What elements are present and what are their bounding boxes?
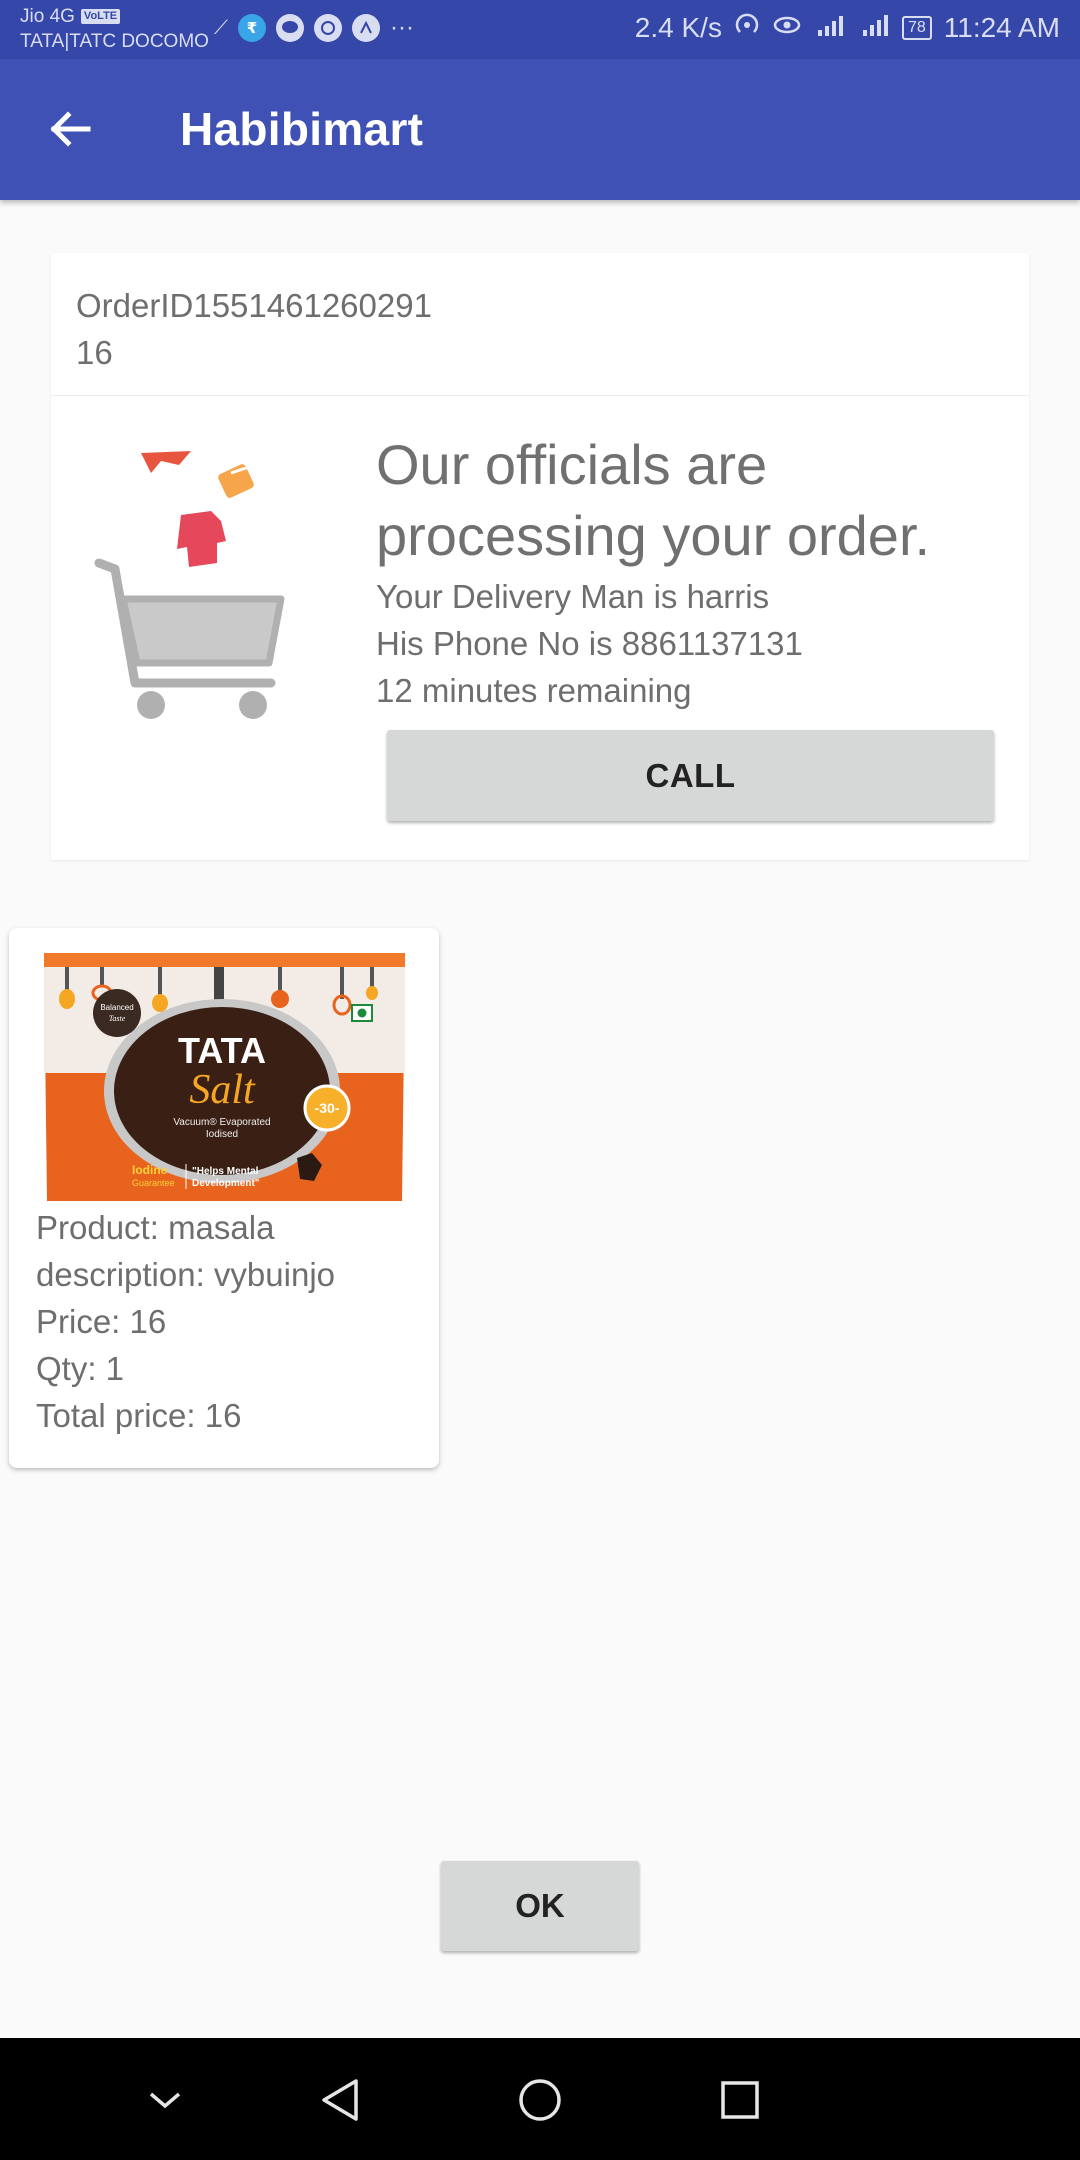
order-id: OrderID1551461260291 xyxy=(76,287,432,324)
arrow-left-icon xyxy=(50,111,91,147)
signal-slash-icon: ⟋ xyxy=(214,16,228,39)
carrier-secondary: TATA|TATC DOCOMO xyxy=(20,31,209,52)
pack-sub1: Vacuum® Evaporated xyxy=(173,1117,270,1128)
chevron-down-icon xyxy=(149,2092,181,2109)
delivery-man: Your Delivery Man is harris xyxy=(376,578,770,615)
pack-right-line1: "Helps Mental xyxy=(192,1166,259,1177)
pack-sub2: Iodised xyxy=(206,1129,238,1140)
more-notifications-icon: ··· xyxy=(390,14,414,41)
carrier-info: Jio 4G VoLTE TATA|TATC DOCOMO xyxy=(20,4,209,54)
back-button[interactable] xyxy=(40,99,100,159)
whatsapp-icon xyxy=(314,14,342,42)
hide-nav-button[interactable] xyxy=(125,2060,205,2140)
volte-badge: VoLTE xyxy=(80,9,121,24)
app-notification-icon xyxy=(352,14,380,42)
product-price: Price: 16 xyxy=(36,1303,167,1340)
delivery-phone: His Phone No is 8861137131 xyxy=(376,625,803,662)
app-title: Habibimart xyxy=(180,103,424,155)
clock: 11:24 AM xyxy=(943,12,1060,43)
square-recents-icon xyxy=(721,2081,759,2119)
network-speed: 2.4 K/s xyxy=(634,12,722,43)
home-nav-button[interactable] xyxy=(500,2060,580,2140)
system-status: 2.4 K/s 78 11:24 AM xyxy=(635,12,1060,44)
order-status-title: Our officials are processing your order. xyxy=(376,433,931,567)
order-status-card: OrderID1551461260291 16 Our officials ar… xyxy=(51,253,1029,860)
4g-signal-icon xyxy=(814,12,848,44)
notification-icons: ⟋ ₹ ··· xyxy=(214,14,414,42)
rupee-app-icon: ₹ xyxy=(238,14,266,42)
recents-nav-button[interactable] xyxy=(700,2060,780,2140)
pack-right-line2: Development" xyxy=(192,1178,260,1189)
signal-icon xyxy=(860,12,890,44)
back-nav-button[interactable] xyxy=(300,2060,380,2140)
ok-button[interactable]: OK xyxy=(441,1861,639,1951)
app-bar: Habibimart xyxy=(0,59,1080,200)
product-qty: Qty: 1 xyxy=(36,1350,125,1387)
product-card[interactable]: Balanced Taste TATA Salt Vacuum® Evapora… xyxy=(9,928,439,1468)
product-total: Total price: 16 xyxy=(36,1397,242,1434)
pack-left-line2: Guarantee xyxy=(132,1178,175,1188)
time-remaining: 12 minutes remaining xyxy=(376,672,692,709)
call-button[interactable]: CALL xyxy=(387,730,994,821)
pack-brand: TATA xyxy=(178,1030,266,1071)
navigation-bar xyxy=(0,2038,1080,2160)
hotspot-icon xyxy=(734,12,760,44)
pack-left-line1: Iodine xyxy=(132,1163,168,1177)
battery-icon: 78 xyxy=(901,16,932,40)
pack-seal-line2: Taste xyxy=(109,1014,126,1023)
order-header: OrderID1551461260291 16 xyxy=(51,253,1029,396)
pack-badge: -30- xyxy=(315,1100,340,1116)
product-image: Balanced Taste TATA Salt Vacuum® Evapora… xyxy=(42,953,407,1208)
shopping-cart-icon xyxy=(94,451,285,719)
triangle-back-icon xyxy=(322,2079,358,2121)
pack-name: Salt xyxy=(189,1067,256,1113)
product-name: Product: masala xyxy=(36,1209,275,1246)
order-amount: 16 xyxy=(76,334,113,371)
eye-comfort-icon xyxy=(772,14,802,42)
pack-seal-line1: Balanced xyxy=(100,1003,133,1012)
status-bar: Jio 4G VoLTE TATA|TATC DOCOMO ⟋ ₹ ··· 2.… xyxy=(0,0,1080,59)
circle-home-icon xyxy=(519,2079,561,2121)
product-description: description: vybuinjo xyxy=(36,1256,335,1293)
chat-icon xyxy=(276,14,304,42)
carrier-primary: Jio 4G xyxy=(20,6,75,27)
